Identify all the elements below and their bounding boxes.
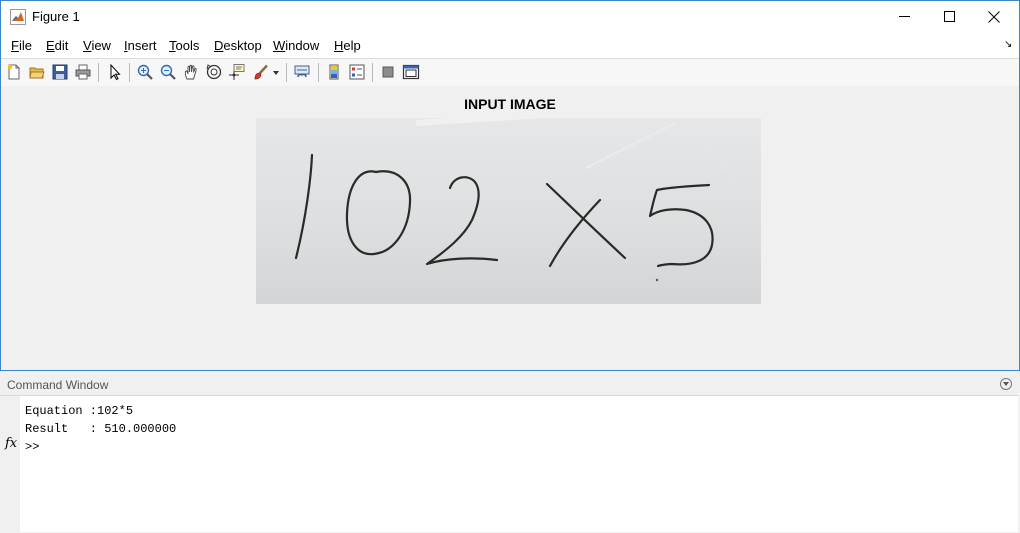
matlab-logo-icon [10, 9, 26, 25]
maximize-button[interactable] [926, 1, 972, 32]
data-cursor-icon[interactable] [228, 63, 246, 81]
chevron-down-icon[interactable] [273, 71, 279, 75]
command-window-actions-icon[interactable] [1000, 378, 1012, 390]
toolbar-separator [98, 63, 99, 82]
rotate-3d-icon[interactable] [205, 63, 223, 81]
close-icon [988, 10, 1000, 23]
command-prompt[interactable]: >> [25, 440, 39, 454]
output-line-equation: Equation :102*5 [25, 404, 134, 418]
insert-colorbar-icon[interactable] [325, 63, 343, 81]
brush-icon[interactable] [252, 63, 270, 81]
toolbar-separator [129, 63, 130, 82]
menu-file[interactable]: File [11, 38, 32, 53]
axes-title: INPUT IMAGE [464, 96, 556, 112]
command-gutter: fx [0, 396, 20, 532]
menu-edit[interactable]: Edit [46, 38, 68, 53]
hide-plot-tools-icon[interactable] [379, 63, 397, 81]
toolbar-separator [318, 63, 319, 82]
output-line-result: Result : 510.000000 [25, 422, 177, 436]
save-icon[interactable] [51, 63, 69, 81]
menu-desktop[interactable]: Desktop [214, 38, 262, 53]
close-button[interactable] [971, 1, 1017, 32]
minimize-icon [898, 16, 910, 17]
title-bar[interactable]: Figure 1 [1, 1, 1019, 32]
insert-legend-icon[interactable] [348, 63, 366, 81]
link-plot-icon[interactable] [293, 63, 311, 81]
menu-help[interactable]: Help [334, 38, 361, 53]
open-file-icon[interactable] [28, 63, 46, 81]
figure-window: Figure 1 File Edit View Insert Tools Des… [0, 0, 1020, 371]
zoom-out-icon[interactable] [159, 63, 177, 81]
menu-window[interactable]: Window [273, 38, 319, 53]
menu-insert[interactable]: Insert [124, 38, 157, 53]
minimize-button[interactable] [881, 1, 927, 32]
toolbar-separator [372, 63, 373, 82]
figure-canvas: INPUT IMAGE [1, 86, 1019, 370]
edit-plot-icon[interactable] [106, 63, 124, 81]
figure-toolbar [1, 58, 1019, 87]
function-browser-icon[interactable]: fx [5, 436, 17, 451]
show-plot-tools-icon[interactable] [402, 63, 420, 81]
command-window-title: Command Window [7, 378, 109, 392]
dock-figure-icon[interactable]: ↘ [1004, 39, 1012, 50]
zoom-in-icon[interactable] [136, 63, 154, 81]
menu-tools[interactable]: Tools [169, 38, 199, 53]
pan-icon[interactable] [182, 63, 200, 81]
new-figure-icon[interactable] [5, 63, 23, 81]
command-window: Command Window fx Equation :102*5 Result… [0, 375, 1020, 533]
handwritten-expression-image [294, 118, 737, 282]
toolbar-separator [286, 63, 287, 82]
print-icon[interactable] [74, 63, 92, 81]
maximize-icon [943, 11, 955, 22]
menu-view[interactable]: View [83, 38, 111, 53]
window-title: Figure 1 [32, 9, 80, 24]
command-window-output[interactable]: fx Equation :102*5 Result : 510.000000 >… [0, 395, 1018, 532]
input-image [256, 118, 761, 304]
menu-bar: File Edit View Insert Tools Desktop Wind… [1, 32, 1019, 58]
